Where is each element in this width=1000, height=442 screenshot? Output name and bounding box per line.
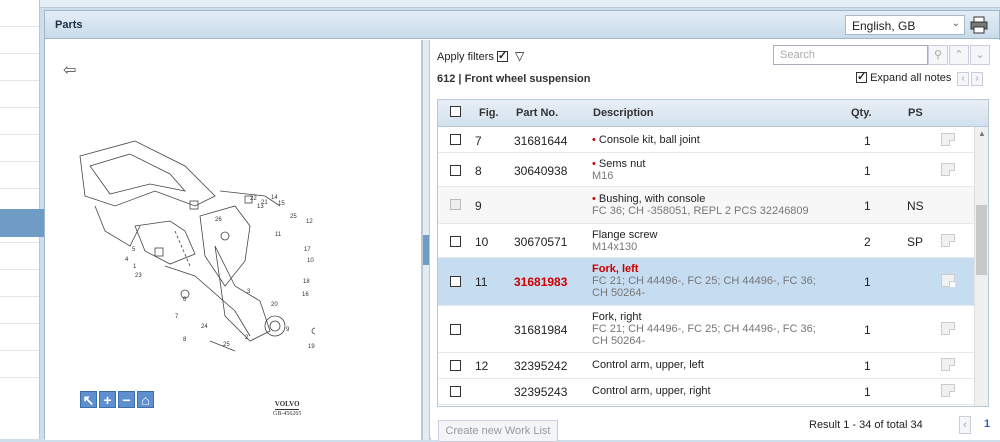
expand-notes-checkbox[interactable] [856,70,867,83]
table-row[interactable]: 31681984 Fork, right FC 21; CH 44496-, FC… [438,306,988,353]
scrollbar-thumb[interactable] [976,205,987,275]
table-row[interactable]: 10 30670571 Flange screw M14x130 2 SP [438,224,988,258]
svg-text:5: 5 [132,247,136,253]
parts-list-pane: Apply filters ▽ Search ⚲ ⌃ ⌄ 612 | Front… [431,40,1000,442]
svg-text:12: 12 [306,219,313,225]
apply-filters: Apply filters ▽ [437,49,524,63]
svg-text:10: 10 [307,258,314,264]
row-checkbox[interactable] [450,386,461,397]
svg-text:25: 25 [223,342,230,348]
svg-text:7: 7 [175,314,179,320]
section-title: 612 | Front wheel suspension [437,73,591,85]
table-scrollbar[interactable]: ▲ [974,127,988,406]
top-bar [40,0,1000,8]
expand-notes: Expand all notes [856,70,952,84]
home-icon[interactable]: ⌂ [137,391,154,408]
filter-icon[interactable]: ▽ [515,49,524,63]
table-row[interactable]: 9 • Bushing, with console FC 36; CH -3580… [438,187,988,224]
svg-text:16: 16 [302,292,309,298]
parts-table: Fig. Part No. Description Qty. PS 7 3168… [437,99,989,407]
table-header: Fig. Part No. Description Qty. PS [438,100,988,127]
note-icon[interactable] [941,274,955,287]
svg-text:26: 26 [215,217,222,223]
row-checkbox[interactable] [450,236,461,247]
row-checkbox[interactable] [450,360,461,371]
back-arrow-icon[interactable]: ⇦ [63,60,76,80]
result-count: Result 1 - 34 of total 34 [809,419,923,431]
svg-text:17: 17 [304,247,311,253]
expand-notes-label: Expand all notes [870,72,952,84]
search-icon[interactable]: ⚲ [928,45,948,65]
apply-filters-label: Apply filters [437,51,494,63]
zoom-out-icon[interactable]: − [118,391,135,408]
panel-header: Parts English, GB ⌄ [45,11,999,39]
svg-text:13: 13 [257,204,264,210]
select-all-checkbox[interactable] [450,106,461,117]
prev-page-icon[interactable]: ‹ [959,416,971,434]
parts-panel: Parts English, GB ⌄ ⇦ 22 21 13 14 15 25 … [44,10,1000,442]
svg-text:2: 2 [245,335,249,341]
svg-text:4: 4 [125,257,129,263]
search-down-icon[interactable]: ⌄ [970,45,990,65]
svg-text:8: 8 [183,337,187,343]
language-select[interactable]: English, GB ⌄ [845,15,965,35]
col-description[interactable]: Description [593,107,654,119]
panel-title: Parts [55,19,83,31]
svg-text:1: 1 [133,264,137,270]
svg-text:23: 23 [135,273,142,279]
row-checkbox[interactable] [450,199,461,210]
table-row[interactable]: 7 31681644 • Console kit, ball joint 1 [438,127,988,153]
row-checkbox[interactable] [450,165,461,176]
row-checkbox[interactable] [450,134,461,145]
language-value: English, GB [852,19,916,33]
volvo-logo: VOLVO GB-456265 [273,400,301,417]
table-body: 7 31681644 • Console kit, ball joint 1 8… [438,127,988,405]
prev-icon[interactable]: ‹ [957,72,969,86]
note-icon[interactable] [941,384,955,397]
apply-filters-checkbox[interactable] [496,49,508,62]
left-strip-selected-item[interactable] [0,209,40,237]
note-icon[interactable] [941,234,955,247]
note-icon[interactable] [941,322,955,335]
suspension-diagram[interactable]: 222113 141525 121117 101816 20919 2253 6… [75,136,315,366]
svg-text:19: 19 [308,344,315,350]
svg-text:15: 15 [278,201,285,207]
scroll-up-icon[interactable]: ▲ [975,127,988,141]
search-input[interactable]: Search [773,45,928,65]
zoom-in-icon[interactable]: + [99,391,116,408]
row-checkbox[interactable] [450,276,461,287]
table-row[interactable]: 32395243 Control arm, upper, right 1 [438,379,988,405]
svg-text:25: 25 [290,214,297,220]
table-row[interactable]: 8 30640938 • Sems nut M16 1 [438,153,988,187]
next-icon[interactable]: › [971,72,983,86]
table-row[interactable]: 12 32395242 Control arm, upper, left 1 [438,353,988,379]
print-icon[interactable] [970,16,988,34]
svg-text:18: 18 [303,279,310,285]
svg-text:22: 22 [250,196,257,202]
illustration-pane: ⇦ 22 21 13 14 15 25 12 11 17 10 18 16 20… [45,40,422,440]
svg-text:3: 3 [247,289,251,295]
brand-text: VOLVO [274,400,300,408]
col-part-no[interactable]: Part No. [516,107,558,119]
search-up-icon[interactable]: ⌃ [949,45,969,65]
table-row-selected[interactable]: 11 31681983 Fork, left FC 21; CH 44496-, … [438,258,988,306]
diagram-toolbar: ↖ + − ⌂ [80,391,154,408]
col-qty[interactable]: Qty. [851,107,872,119]
page-number[interactable]: 1 [984,418,990,436]
row-checkbox[interactable] [450,324,461,335]
note-icon[interactable] [941,133,955,146]
svg-text:24: 24 [201,324,208,330]
chevron-down-icon: ⌄ [951,18,960,29]
svg-text:9: 9 [286,327,290,333]
col-ps[interactable]: PS [908,107,923,119]
svg-text:20: 20 [271,302,278,308]
note-icon[interactable] [941,163,955,176]
pointer-icon[interactable]: ↖ [80,391,97,408]
note-icon[interactable] [941,358,955,371]
pane-splitter[interactable] [422,40,430,440]
col-fig[interactable]: Fig. [479,107,499,119]
left-navigation-strip [0,0,40,439]
svg-text:11: 11 [275,232,282,238]
diagram-code: GB-456265 [273,411,302,417]
